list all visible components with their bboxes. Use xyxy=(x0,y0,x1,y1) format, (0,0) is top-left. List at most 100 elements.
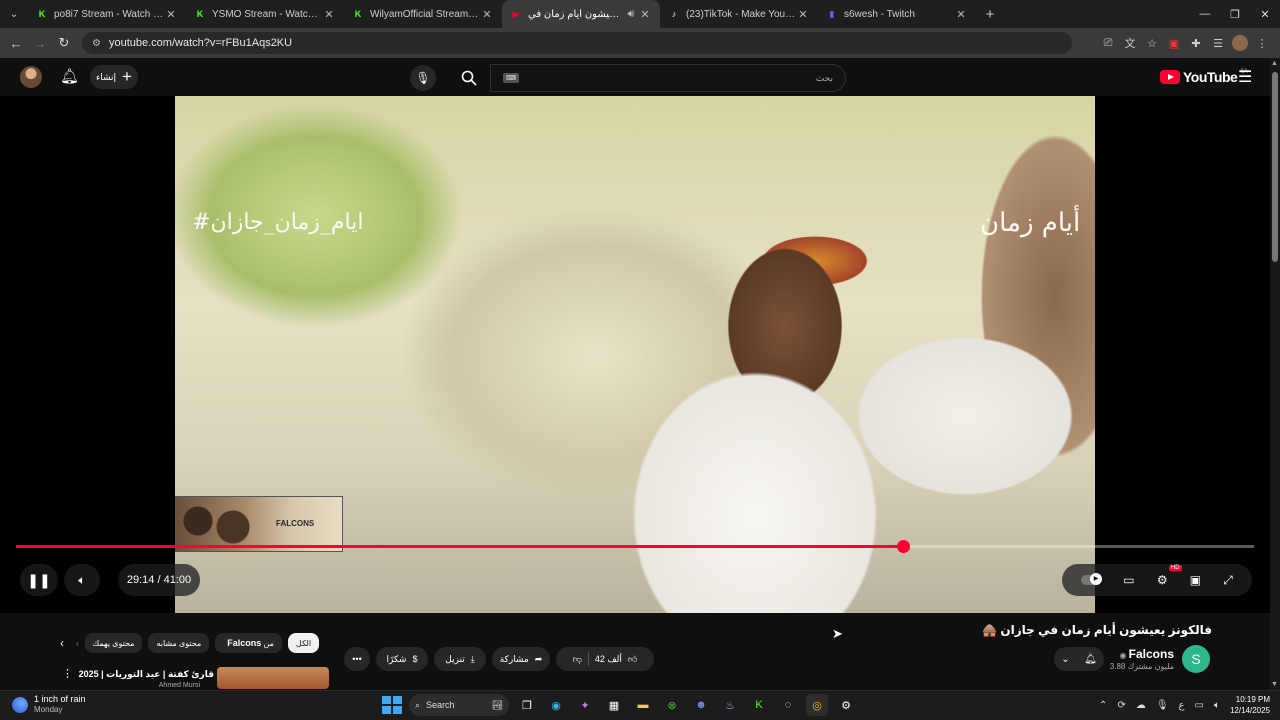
onedrive-icon[interactable]: ☁ xyxy=(1136,700,1146,711)
reading-list-icon[interactable]: ☰ xyxy=(1210,35,1226,51)
browser-tab[interactable]: ♪ (23)TikTok - Make Your Day✕ xyxy=(660,0,818,28)
site-info-icon[interactable]: ⚙ xyxy=(92,38,101,49)
notifications-bell-icon[interactable]: 🔔︎ xyxy=(60,67,79,85)
chips-next-icon[interactable]: ‹ xyxy=(76,639,79,648)
clock[interactable]: 10:19 PM 12/14/2025 xyxy=(1230,694,1270,716)
recommended-video-item[interactable]: ⋮ قارئ كفتة | عيد التوريات | 2025 Ahmed … xyxy=(60,665,330,689)
close-tab-icon[interactable]: ✕ xyxy=(480,8,494,21)
share-button[interactable]: مشاركة ➦ xyxy=(492,647,550,671)
discord-icon[interactable]: ☻ xyxy=(690,694,712,716)
settings-app-icon[interactable]: ⚙ xyxy=(835,694,857,716)
weather-widget[interactable]: 1 inch of rain Monday xyxy=(12,694,86,715)
progress-bar[interactable] xyxy=(16,540,1254,553)
bookmark-star-icon[interactable]: ☆ xyxy=(1144,35,1160,51)
extensions-puzzle-icon[interactable]: ✚ xyxy=(1188,35,1204,51)
chip-for-you[interactable]: محتوى يهمك xyxy=(84,633,143,653)
browser-tab[interactable]: Kpo8i7 Stream - Watch Live on K✕ xyxy=(28,0,186,28)
autoplay-toggle[interactable] xyxy=(1081,573,1103,585)
channel-name[interactable]: ◉ Falcons xyxy=(1119,647,1174,661)
theater-mode-icon[interactable]: ▣ xyxy=(1190,573,1201,587)
like-count[interactable]: 42 ألف xyxy=(595,654,622,665)
video-player[interactable]: #ايام_زمان_جازان أيام زمان FALCONS ❚❚ 🔈︎… xyxy=(0,96,1270,613)
xbox-icon[interactable]: ⊗ xyxy=(661,694,683,716)
search-button[interactable] xyxy=(450,64,488,92)
guide-menu-icon[interactable]: ☰ xyxy=(1238,67,1252,87)
forward-icon[interactable]: → xyxy=(28,36,52,51)
scroll-up-icon[interactable]: ▲ xyxy=(1271,60,1278,67)
chip-similar[interactable]: محتوى مشابه xyxy=(148,633,210,653)
fullscreen-icon[interactable]: ⤢ xyxy=(1223,573,1233,588)
create-button[interactable]: إنشاء + xyxy=(90,65,138,89)
network-icon[interactable]: ▭ xyxy=(1195,700,1204,711)
minimize-icon[interactable]: — xyxy=(1190,0,1220,28)
tab-search-icon[interactable]: ⌄ xyxy=(0,0,28,28)
volume-tray-icon[interactable]: 🔈︎ xyxy=(1214,700,1220,711)
like-icon[interactable]: 👍︎ xyxy=(628,654,637,665)
close-tab-icon[interactable]: ✕ xyxy=(322,8,336,21)
file-explorer-icon[interactable]: ▬ xyxy=(632,694,654,716)
chip-from-channel[interactable]: Falcons من xyxy=(215,633,282,653)
close-window-icon[interactable]: ✕ xyxy=(1250,0,1280,28)
windows-start-icon[interactable] xyxy=(380,694,402,716)
close-tab-icon[interactable]: ✕ xyxy=(164,8,178,21)
progress-played xyxy=(16,545,903,548)
scrollbar-thumb[interactable] xyxy=(1272,72,1278,262)
restore-icon[interactable]: ❐ xyxy=(1220,0,1250,28)
cast-icon[interactable]: ⎚ xyxy=(1100,35,1116,51)
download-button[interactable]: تنزيل ⤓ xyxy=(434,647,486,671)
store-icon[interactable]: ▦ xyxy=(603,694,625,716)
captions-icon[interactable]: ▭ xyxy=(1123,573,1134,587)
subscribed-button[interactable]: ⌄ 🔔︎ xyxy=(1054,647,1104,671)
new-tab-button[interactable]: + xyxy=(976,6,1004,23)
account-avatar[interactable] xyxy=(20,66,42,88)
browser-menu-icon[interactable]: ⋮ xyxy=(1254,35,1270,51)
dislike-icon[interactable]: 👎︎ xyxy=(573,654,582,665)
kick-app-icon[interactable]: K xyxy=(748,694,770,716)
kebab-menu-icon[interactable]: ⋮ xyxy=(62,667,73,680)
volume-button[interactable]: 🔈︎ xyxy=(64,564,100,596)
url-field[interactable]: ⚙ youtube.com/watch?v=rFBu1Aqs2KU xyxy=(82,32,1072,54)
browser-tab[interactable]: ▶ فالكونز يعيشون أيام زمان في🔊︎✕ xyxy=(502,0,660,28)
voice-search-mic-icon[interactable]: 🎙︎ xyxy=(410,65,436,91)
scroll-down-icon[interactable]: ▼ xyxy=(1271,681,1278,688)
language-indicator[interactable]: ع xyxy=(1179,700,1185,711)
recommended-thumbnail[interactable] xyxy=(217,667,329,689)
mic-tray-icon[interactable]: 🎙︎ xyxy=(1156,700,1169,711)
chrome-icon[interactable]: ◎ xyxy=(806,694,828,716)
pause-button[interactable]: ❚❚ xyxy=(20,564,58,596)
channel-avatar[interactable]: S xyxy=(1182,645,1210,673)
search-input[interactable]: ⌨ بحث xyxy=(490,64,846,92)
steam-icon[interactable]: ♨ xyxy=(719,694,741,716)
app-icon[interactable]: ◌ xyxy=(777,694,799,716)
chips-prev-icon[interactable]: ‹ xyxy=(60,636,64,650)
back-icon[interactable]: ← xyxy=(4,36,28,51)
thanks-button[interactable]: شكرًا $ xyxy=(376,647,428,671)
edge-icon[interactable]: ◉ xyxy=(545,694,567,716)
copilot-icon[interactable]: ✦ xyxy=(574,694,596,716)
browser-tab[interactable]: K YSMO Stream - Watch Live on K✕ xyxy=(186,0,344,28)
settings-gear-icon[interactable]: ⚙ HD xyxy=(1157,565,1182,587)
chip-all[interactable]: الكل xyxy=(287,633,320,653)
taskbar-search[interactable]: ⌕ Search 🏞︎ xyxy=(409,694,509,716)
extension-badge-icon[interactable]: ▣ xyxy=(1166,35,1182,51)
profile-avatar-icon[interactable] xyxy=(1232,35,1248,51)
keyboard-icon[interactable]: ⌨ xyxy=(503,73,520,83)
close-tab-icon[interactable]: ✕ xyxy=(796,8,810,21)
browser-tab[interactable]: ▮ s6wesh - Twitch ✕ xyxy=(818,0,976,28)
kick-icon: K xyxy=(38,9,46,19)
page-scrollbar[interactable]: ▲ ▼ xyxy=(1270,58,1280,690)
browser-tab[interactable]: K WilyamOfficial Stream - Watch✕ xyxy=(344,0,502,28)
close-tab-icon[interactable]: ✕ xyxy=(638,8,652,21)
translate-icon[interactable]: 文 xyxy=(1122,35,1138,51)
sync-icon[interactable]: ⟳ xyxy=(1117,700,1125,711)
tab-audio-icon[interactable]: 🔊︎ xyxy=(624,8,638,21)
tiktok-icon: ♪ xyxy=(671,9,677,19)
task-view-icon[interactable]: ❐ xyxy=(516,694,538,716)
more-actions-button[interactable]: ••• xyxy=(344,647,370,671)
youtube-logo[interactable]: YouTube SA xyxy=(1160,69,1248,85)
reload-icon[interactable]: ↻ xyxy=(52,35,76,51)
search-highlight-icon: 🏞︎ xyxy=(491,699,503,710)
tray-overflow-icon[interactable]: ⌃ xyxy=(1099,700,1107,711)
scrubber-handle[interactable] xyxy=(896,540,910,553)
close-tab-icon[interactable]: ✕ xyxy=(954,8,968,21)
